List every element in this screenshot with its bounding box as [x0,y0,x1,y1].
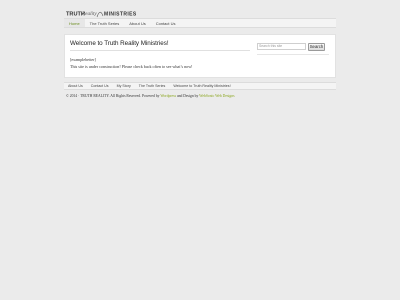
footer-nav-item-the-truth-series[interactable]: The Truth Series [135,84,170,88]
design-by-text: and Design by [176,94,199,98]
copyright-text: © 2014 · TRUTH REALITY. All Rights Reser… [66,94,160,98]
designer-link[interactable]: WebSonic Web Designs [199,94,234,98]
logo-swash-icon [96,11,104,18]
nav-item-home[interactable]: Home [64,19,85,27]
footer-nav-item-contact-us[interactable]: Contact Us [87,84,113,88]
page-title: Welcome to Truth Reality Ministries! [70,40,169,47]
footer-nav-item-about-us[interactable]: About Us [64,84,87,88]
shortcode-text: [examplebetter] [70,57,96,62]
title-divider [70,50,250,51]
logo-text-mid: Reality [81,11,97,17]
search-input[interactable]: Search this site [257,43,306,50]
nav-item-contact-us[interactable]: Contact Us [151,19,181,27]
footer-nav: About Us Contact Us My Story The Truth Seri… [64,82,336,90]
nav-item-about-us[interactable]: About Us [124,19,150,27]
search-divider [257,54,329,55]
footer-nav-item-welcome-to-truth-reality-ministries[interactable]: Welcome to Truth Reality Ministries! [169,84,234,88]
logo-text-right: MINISTRIES [104,12,137,18]
copyright-line: © 2014 · TRUTH REALITY. All Rights Reser… [66,94,235,98]
content-panel: Welcome to Truth Reality Ministries! [ex… [64,34,336,78]
wordpress-link[interactable]: Wordpress [160,94,176,98]
nav-item-the-truth-series[interactable]: The Truth Series [85,19,125,27]
construction-message: This site is under construction! Please … [70,64,193,69]
footer-nav-item-my-story[interactable]: My Story [113,84,135,88]
primary-nav: Home The Truth Series About Us Contact Us [64,18,336,28]
search-button[interactable]: Search [308,42,325,51]
